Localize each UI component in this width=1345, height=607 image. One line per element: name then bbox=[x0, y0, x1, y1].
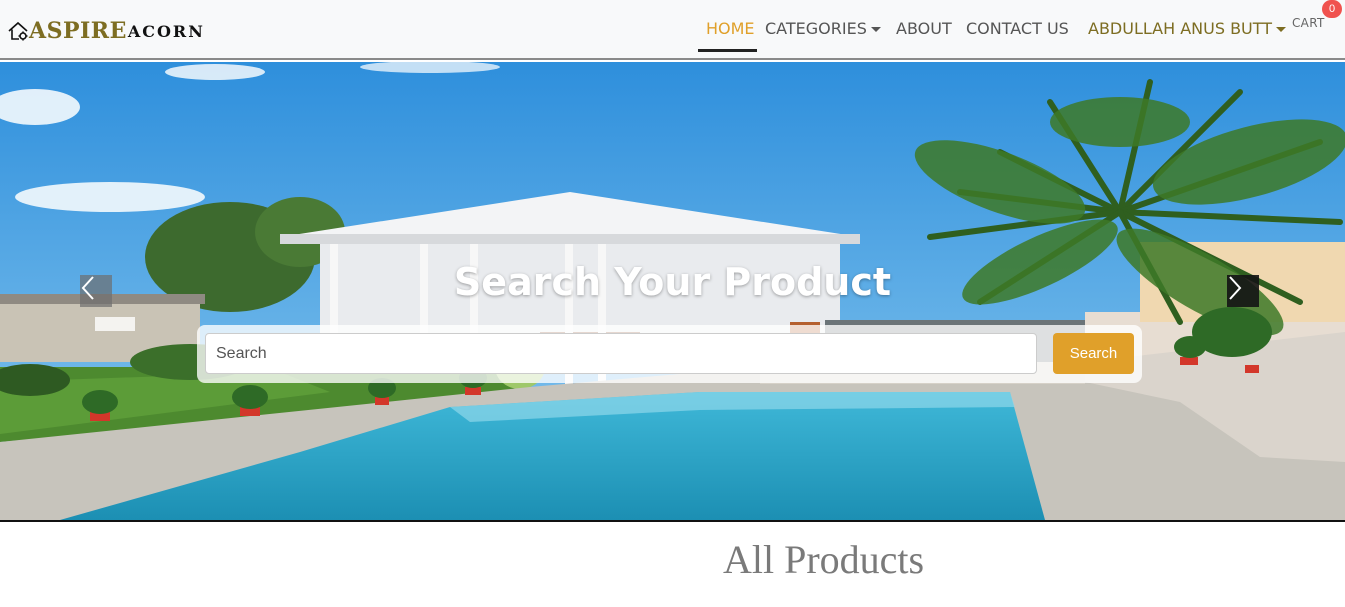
nav-home[interactable]: HOME bbox=[706, 19, 755, 38]
chevron-right-icon bbox=[1229, 276, 1242, 300]
brand-name-secondary: ACORN bbox=[127, 21, 205, 41]
carousel-next-button[interactable] bbox=[1227, 275, 1259, 307]
search-panel: Search bbox=[197, 325, 1142, 383]
brand-logo[interactable]: ASPIRE ACORN bbox=[7, 18, 205, 44]
carousel-prev-button[interactable] bbox=[80, 275, 112, 307]
nav-cart[interactable]: CART bbox=[1292, 16, 1325, 30]
caret-down-icon bbox=[870, 27, 881, 32]
search-button[interactable]: Search bbox=[1053, 333, 1134, 374]
cart-count-badge: 0 bbox=[1322, 0, 1342, 18]
top-navbar: ASPIRE ACORN HOME CATEGORIES ABOUT CONTA… bbox=[0, 0, 1345, 60]
hero-carousel: Search Your Product Search bbox=[0, 62, 1345, 522]
house-gear-icon bbox=[8, 21, 28, 41]
nav-about[interactable]: ABOUT bbox=[896, 19, 952, 38]
nav-user-name: ABDULLAH ANUS BUTT bbox=[1088, 19, 1273, 38]
chevron-left-icon bbox=[81, 276, 94, 300]
brand-name-primary: ASPIRE bbox=[29, 18, 127, 44]
nav-categories-label: CATEGORIES bbox=[765, 19, 867, 38]
nav-contact[interactable]: CONTACT US bbox=[966, 19, 1069, 38]
all-products-heading: All Products bbox=[723, 537, 925, 582]
nav-user-dropdown[interactable]: ABDULLAH ANUS BUTT bbox=[1088, 19, 1287, 38]
nav-active-indicator bbox=[698, 49, 757, 52]
caret-down-icon bbox=[1276, 27, 1287, 32]
nav-categories-dropdown[interactable]: CATEGORIES bbox=[765, 19, 881, 38]
search-input[interactable] bbox=[205, 333, 1037, 374]
hero-title: Search Your Product bbox=[453, 260, 892, 304]
